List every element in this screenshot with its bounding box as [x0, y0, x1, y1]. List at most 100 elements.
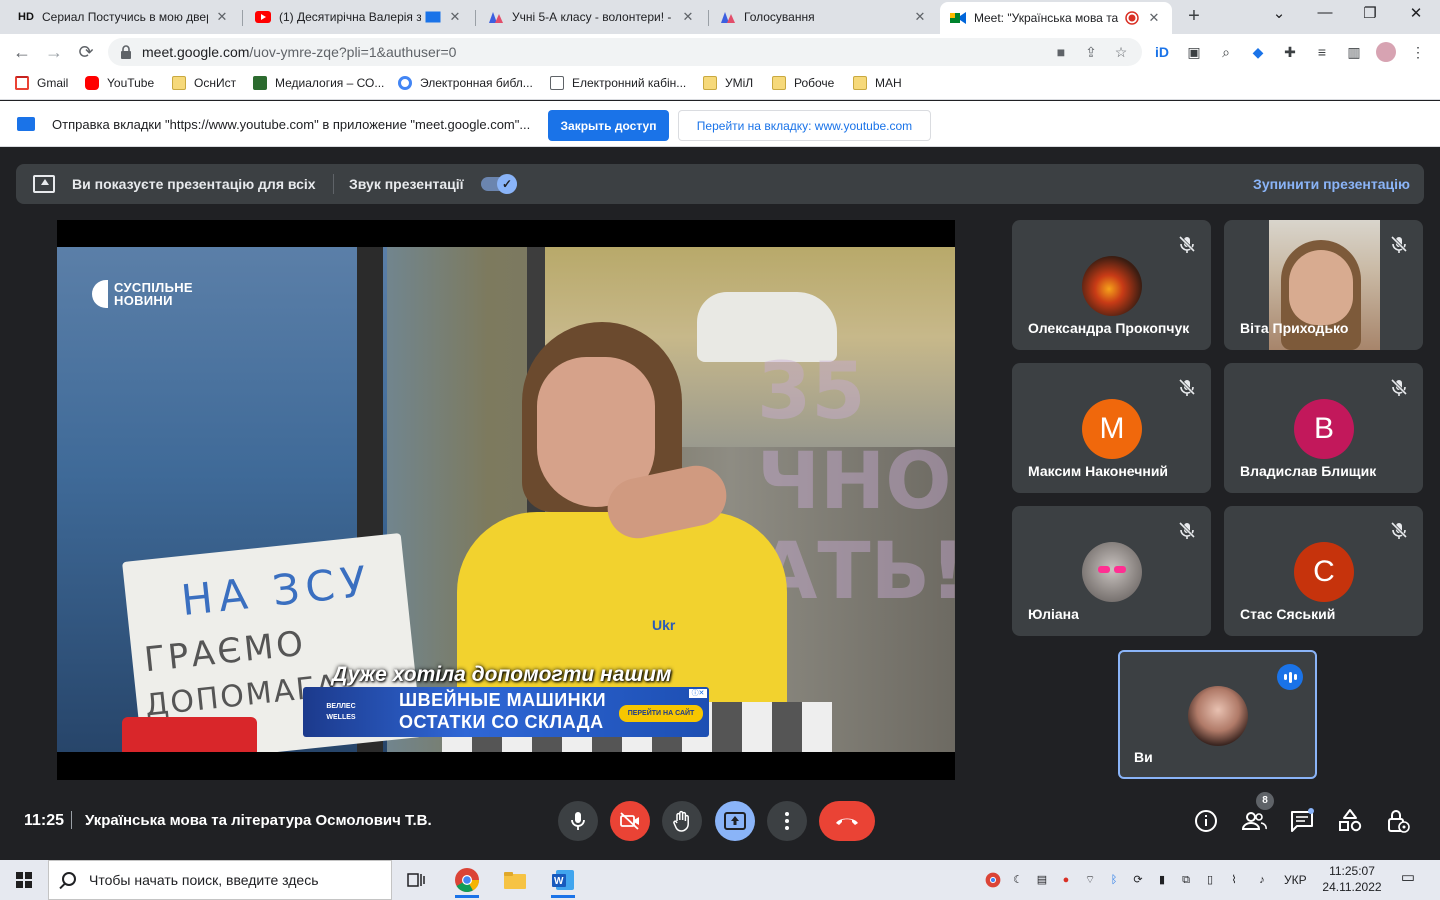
bookmark-star-icon[interactable]: ☆: [1112, 43, 1130, 61]
audio-toggle-check-icon[interactable]: ✓: [497, 174, 517, 194]
restore-icon[interactable]: ❐: [1355, 4, 1385, 22]
extension-search-icon[interactable]: ⌕: [1216, 42, 1236, 62]
bookmark-roboche[interactable]: Робоче: [772, 76, 834, 90]
tab-voting[interactable]: Голосування ✕: [710, 0, 938, 34]
extension-photo-icon[interactable]: ▣: [1184, 42, 1204, 62]
forward-button[interactable]: →: [42, 40, 66, 64]
task-view-icon[interactable]: [400, 864, 432, 896]
camera-button[interactable]: [610, 801, 650, 841]
windows-start-icon[interactable]: [16, 872, 32, 888]
bookmark-gmail[interactable]: Gmail: [15, 76, 68, 90]
bookmarks-bar: Gmail YouTube ОснИст Медиалогия – СО... …: [0, 70, 1440, 100]
shirt-text: Ukr: [652, 617, 676, 633]
bookmark-cabinet[interactable]: Електронний кабін...: [550, 76, 686, 90]
bookmark-medialogia[interactable]: Медиалогия – СО...: [253, 76, 384, 90]
side-panel-icon[interactable]: ▥: [1344, 42, 1364, 62]
camera-icon[interactable]: ■: [1052, 43, 1070, 61]
minimize-icon[interactable]: —: [1310, 4, 1340, 21]
close-icon[interactable]: ✕: [680, 9, 696, 25]
address-bar[interactable]: meet.google.com/uov-ymre-zqe?pli=1&authu…: [108, 38, 1142, 66]
battery-tray-icon[interactable]: ▮: [1154, 872, 1170, 888]
close-icon[interactable]: ✕: [1146, 10, 1162, 26]
participant-tile[interactable]: В Владислав Блищик: [1224, 363, 1423, 493]
lock-icon: [121, 45, 131, 59]
extension-id-icon[interactable]: iD: [1152, 42, 1172, 62]
chrome-tray-icon[interactable]: [985, 872, 1001, 888]
back-button[interactable]: ←: [10, 40, 34, 64]
extensions-puzzle-icon[interactable]: ✚: [1280, 42, 1300, 62]
media-control-icon[interactable]: ≡: [1312, 42, 1332, 62]
self-tile[interactable]: Ви: [1118, 650, 1317, 779]
antivirus-tray-icon[interactable]: ●: [1058, 872, 1074, 888]
taskbar-clock[interactable]: 11:25:07 24.11.2022: [1320, 863, 1384, 895]
activities-icon[interactable]: [1337, 808, 1363, 834]
self-name: Ви: [1134, 749, 1153, 765]
people-icon[interactable]: [1241, 808, 1267, 834]
browser-toolbar: ← → ⟳ meet.google.com/uov-ymre-zqe?pli=1…: [0, 34, 1440, 70]
close-icon[interactable]: ✕: [447, 9, 463, 25]
chrome-taskbar-icon[interactable]: [451, 864, 483, 898]
hang-up-icon: [836, 818, 858, 825]
tab-search-icon[interactable]: ⌄: [1264, 4, 1294, 22]
participant-tile[interactable]: М Максим Наконечний: [1012, 363, 1211, 493]
microphone-button[interactable]: [558, 801, 598, 841]
participant-tile[interactable]: Віта Приходько: [1224, 220, 1423, 350]
suspilne-logo: СУСПІЛЬНЕ НОВИНИ: [92, 280, 193, 308]
taskbar-search-input[interactable]: Чтобы начать поиск, введите здесь: [48, 860, 392, 900]
window-close-icon[interactable]: ✕: [1401, 4, 1431, 22]
network-tray-icon[interactable]: ⌔: [1082, 872, 1098, 888]
volume-tray-icon[interactable]: ♪: [1254, 872, 1270, 888]
search-icon: [62, 872, 76, 886]
ad-cta-button[interactable]: ПЕРЕЙТИ НА САЙТ: [619, 705, 703, 722]
new-tab-button[interactable]: +: [1183, 6, 1205, 28]
sync-tray-icon[interactable]: ⟳: [1130, 872, 1146, 888]
tab-volunteers[interactable]: Учні 5-А класу - волонтери! - M ✕: [478, 0, 706, 34]
notifications-icon[interactable]: ▭: [1398, 870, 1418, 890]
extension-drop-icon[interactable]: ◆: [1248, 42, 1268, 62]
word-taskbar-icon[interactable]: W: [547, 864, 579, 898]
stop-sharing-button[interactable]: Закрыть доступ: [548, 110, 669, 141]
raise-hand-button[interactable]: [662, 801, 702, 841]
moon-tray-icon[interactable]: ☾: [1010, 872, 1026, 888]
meeting-details-icon[interactable]: [1193, 808, 1219, 834]
bookmark-umil[interactable]: УМіЛ: [703, 76, 753, 90]
present-now-button[interactable]: [715, 801, 755, 841]
language-indicator[interactable]: УКР: [1284, 873, 1307, 887]
share-icon[interactable]: ⇪: [1082, 43, 1100, 61]
bookmark-library[interactable]: Электронная библ...: [398, 76, 533, 90]
file-explorer-icon[interactable]: [499, 864, 531, 896]
reload-button[interactable]: ⟳: [74, 40, 98, 64]
participant-tile[interactable]: С Стас Сяський: [1224, 506, 1423, 636]
monitor-tray-icon[interactable]: ▤: [1034, 872, 1050, 888]
bookmark-osnyst[interactable]: ОснИст: [172, 76, 236, 90]
profile-avatar[interactable]: [1376, 42, 1396, 62]
participant-avatar: М: [1082, 399, 1142, 459]
stop-presenting-button[interactable]: Зупинити презентацію: [1253, 176, 1410, 192]
close-icon[interactable]: ✕: [912, 9, 928, 25]
wifi-tray-icon[interactable]: ⌇: [1226, 872, 1242, 888]
tab-meet[interactable]: Meet: "Українська мова та ✕: [940, 2, 1172, 34]
tab-youtube[interactable]: (1) Десятирічна Валерія зі ✕: [245, 0, 473, 34]
tab-serial[interactable]: HD Сериал Постучись в мою двер ✕: [8, 0, 240, 34]
chat-icon[interactable]: [1289, 808, 1315, 834]
video-ad-banner[interactable]: ВЕЛЛЕС WELLES ШВЕЙНЫЕ МАШИНКИ ОСТАТКИ СО…: [303, 687, 709, 737]
host-controls-icon[interactable]: [1385, 808, 1411, 834]
taskbar-time: 11:25:07: [1329, 864, 1375, 878]
participant-tile[interactable]: Олександра Прокопчук: [1012, 220, 1211, 350]
participant-tile[interactable]: Юліана: [1012, 506, 1211, 636]
menu-icon[interactable]: ⋮: [1408, 42, 1428, 62]
bookmark-youtube[interactable]: YouTube: [85, 76, 154, 90]
ad-close-icon[interactable]: ⓘ✕: [689, 689, 707, 698]
usb-tray-icon[interactable]: ⧉: [1178, 872, 1194, 888]
more-options-button[interactable]: [767, 801, 807, 841]
bluetooth-tray-icon[interactable]: ᛒ: [1106, 872, 1122, 888]
youtube-icon: [85, 76, 99, 90]
bookmark-man[interactable]: МАН: [853, 76, 902, 90]
switch-to-tab-button[interactable]: Перейти на вкладку: www.youtube.com: [678, 110, 931, 141]
leave-call-button[interactable]: [819, 801, 875, 841]
close-icon[interactable]: ✕: [214, 9, 230, 25]
mic-tray-icon[interactable]: ▯: [1202, 872, 1218, 888]
library-icon: [398, 76, 412, 90]
sharing-message: Отправка вкладки "https://www.youtube.co…: [52, 117, 531, 132]
screen-share-icon: [17, 117, 35, 131]
